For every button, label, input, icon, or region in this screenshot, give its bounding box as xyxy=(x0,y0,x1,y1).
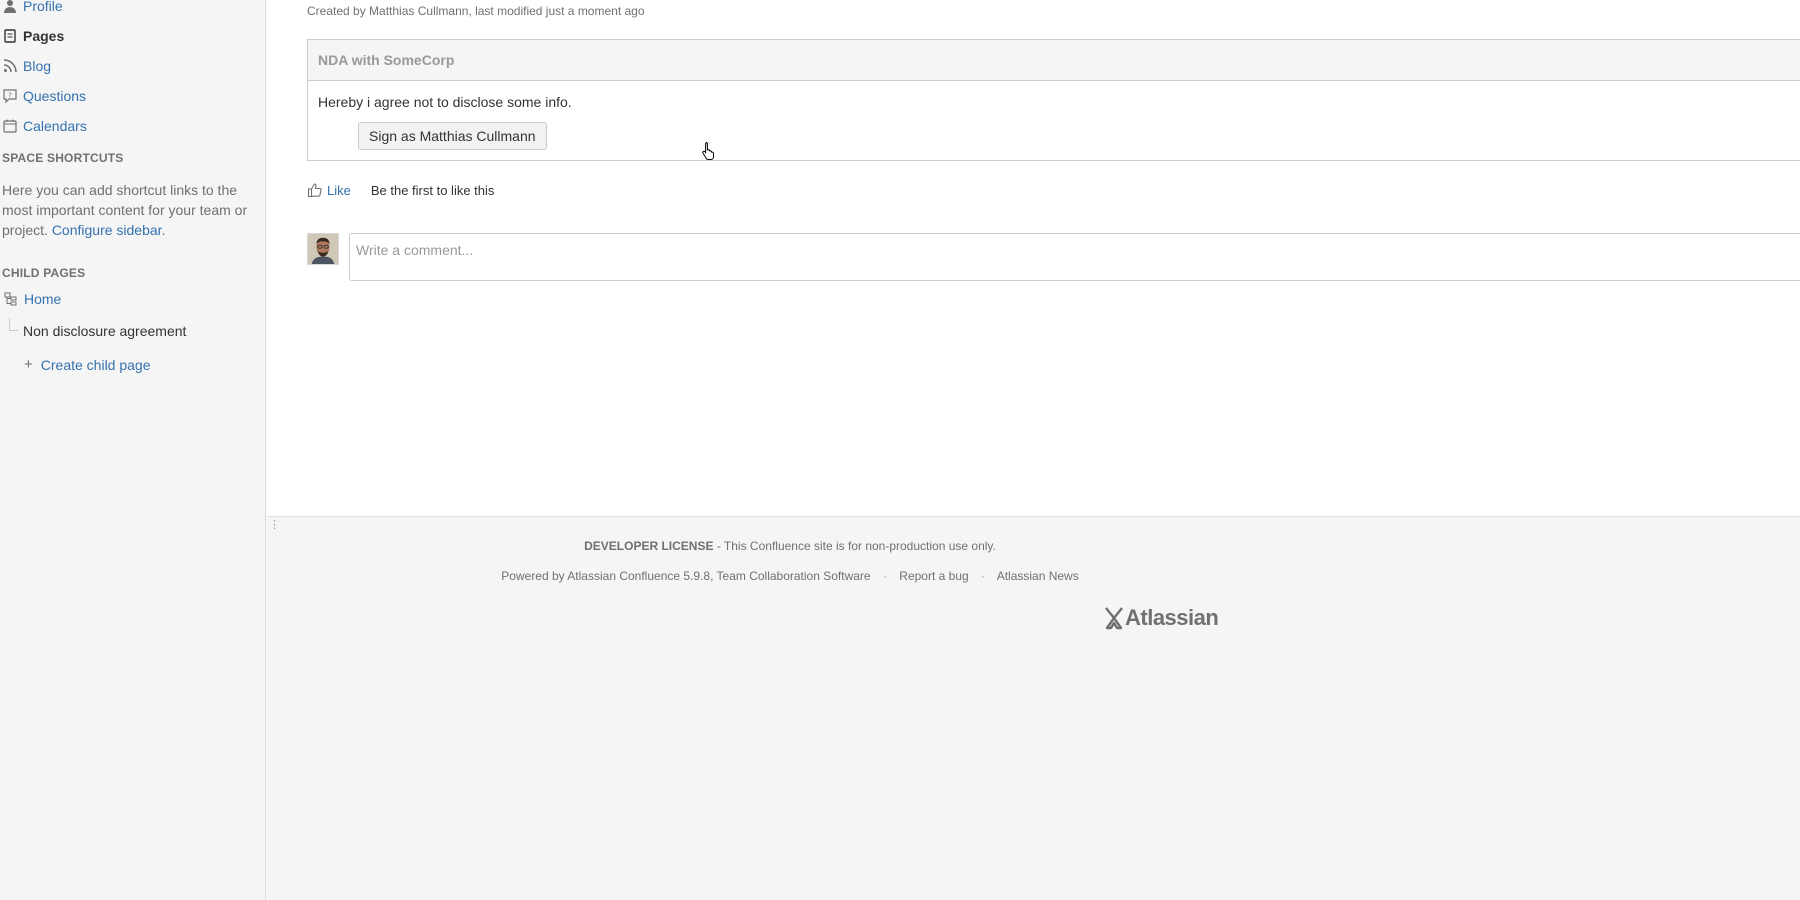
child-page-nda[interactable]: Non disclosure agreement xyxy=(23,323,186,339)
sidebar-item-label: Questions xyxy=(23,88,87,104)
sidebar-item-label: Calendars xyxy=(23,118,87,134)
report-bug-link[interactable]: Report a bug xyxy=(899,569,968,583)
child-pages-heading: CHILD PAGES xyxy=(2,266,86,280)
configure-sidebar-link[interactable]: Configure sidebar xyxy=(52,222,162,238)
pages-icon xyxy=(2,28,18,44)
nda-text: Hereby i agree not to disclose some info… xyxy=(318,94,572,110)
space-shortcuts-heading: SPACE SHORTCUTS xyxy=(2,151,124,165)
sidebar-item-blog[interactable]: Blog xyxy=(2,55,51,77)
create-child-page-label: Create child page xyxy=(40,356,151,373)
tree-connector xyxy=(9,318,18,331)
rss-icon xyxy=(2,58,18,74)
license-text: - This Confluence site is for non-produc… xyxy=(713,539,996,553)
nda-panel-title: NDA with SomeCorp xyxy=(308,40,1800,81)
main-content: Created by Matthias Cullmann, last modif… xyxy=(267,0,1800,516)
like-button[interactable]: Like xyxy=(327,183,351,198)
sign-button[interactable]: Sign as Matthias Cullmann xyxy=(358,122,547,150)
atlassian-logo[interactable]: Atlassian xyxy=(1103,605,1219,631)
atlassian-news-link[interactable]: Atlassian News xyxy=(997,569,1079,583)
question-icon: ? xyxy=(2,88,18,104)
create-child-page-button[interactable]: + Create child page xyxy=(24,356,151,373)
sidebar-item-questions[interactable]: ? Questions xyxy=(2,85,86,107)
sidebar-item-label: Profile xyxy=(23,0,63,14)
like-summary: Be the first to like this xyxy=(370,182,495,198)
license-notice: DEVELOPER LICENSE - This Confluence site… xyxy=(267,539,1313,553)
like-row: Like Be the first to like this xyxy=(307,182,494,198)
child-page-home[interactable]: Home xyxy=(4,291,61,307)
sidebar-item-profile[interactable]: Profile xyxy=(2,0,63,17)
sidebar-resize-handle[interactable]: ⋮ xyxy=(269,520,280,531)
plus-icon: + xyxy=(24,356,33,373)
person-icon xyxy=(2,0,18,14)
page-tree-icon xyxy=(4,292,18,306)
sidebar: Profile Pages Blog ? Questions Calendars… xyxy=(0,0,266,900)
modified-time-link[interactable]: just a moment ago xyxy=(546,4,645,18)
comment-input[interactable]: Write a comment... xyxy=(349,233,1800,281)
footer: ⋮ DEVELOPER LICENSE - This Confluence si… xyxy=(267,516,1800,900)
child-page-home-label: Home xyxy=(24,291,62,307)
sidebar-item-label: Blog xyxy=(23,58,52,74)
sidebar-item-calendars[interactable]: Calendars xyxy=(2,115,87,137)
page-metadata: Created by Matthias Cullmann, last modif… xyxy=(307,4,645,18)
atlassian-logo-icon xyxy=(1105,607,1123,630)
shortcuts-help-text: Here you can add shortcut links to the m… xyxy=(2,182,248,238)
hand-cursor-icon xyxy=(702,142,714,160)
powered-by-link[interactable]: Powered by Atlassian Confluence 5.9.8, T… xyxy=(501,569,870,583)
author-link[interactable]: Matthias Cullmann xyxy=(369,4,468,18)
svg-text:?: ? xyxy=(8,92,12,100)
nda-panel: NDA with SomeCorp Hereby i agree not to … xyxy=(307,39,1800,161)
calendar-icon xyxy=(2,118,18,134)
atlassian-logo-text: Atlassian xyxy=(1125,605,1219,630)
license-label: DEVELOPER LICENSE xyxy=(584,539,714,553)
avatar[interactable] xyxy=(307,233,339,265)
powered-by-row: Powered by Atlassian Confluence 5.9.8, T… xyxy=(501,569,1079,583)
sidebar-item-label: Pages xyxy=(23,28,65,44)
thumbs-up-icon xyxy=(307,182,323,198)
sidebar-item-pages[interactable]: Pages xyxy=(2,25,64,47)
